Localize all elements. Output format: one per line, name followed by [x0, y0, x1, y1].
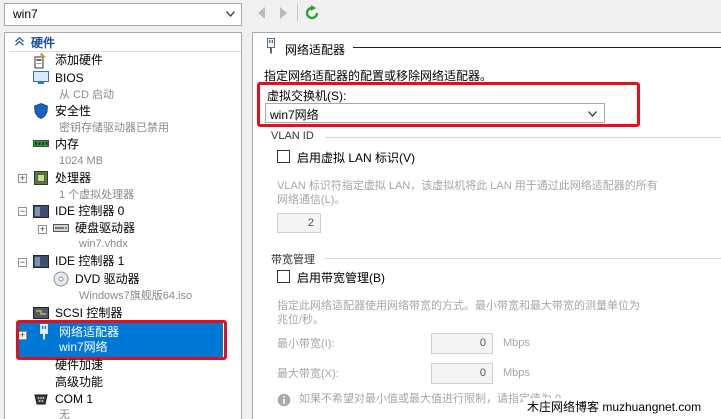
hardware-section-header[interactable]: 硬件: [5, 35, 241, 51]
add-hardware-icon: [34, 53, 46, 69]
panel-title: 网络适配器: [285, 43, 346, 57]
collapse-toggle[interactable]: −: [18, 258, 27, 267]
refresh-icon[interactable]: [304, 5, 320, 21]
tree-item-subtext: 无: [59, 409, 70, 419]
max-bandwidth-unit: Mbps: [503, 367, 530, 379]
vlan-help-text: VLAN 标识符指定虚拟 LAN，该虚拟机将此 LAN 用于通过此网络适配器的所…: [277, 180, 658, 192]
bandwidth-enable-label: 启用带宽管理(B): [297, 271, 385, 285]
expand-toggle[interactable]: +: [38, 225, 47, 234]
chevron-left-icon[interactable]: [255, 6, 269, 20]
scsi-controller-icon: [33, 307, 49, 319]
vm-selector-value: win7: [13, 7, 38, 21]
max-bandwidth-label: 最大带宽(X):: [277, 368, 339, 380]
tree-item-label: IDE 控制器 1: [55, 254, 125, 268]
vlan-group-label: VLAN ID: [271, 130, 314, 142]
tree-item-label: COM 1: [55, 392, 94, 406]
min-bandwidth-input[interactable]: 0: [431, 333, 493, 354]
tree-item-label: IDE 控制器 0: [55, 204, 125, 218]
tree-item-label: 内存: [55, 137, 80, 151]
max-bandwidth-input[interactable]: 0: [431, 363, 493, 384]
tree-item-label: 硬件加速: [55, 358, 104, 372]
vlan-help-text: 网络通信(L)。: [277, 194, 346, 206]
ide-controller-icon: [33, 205, 49, 218]
min-bandwidth-unit: Mbps: [503, 337, 530, 349]
tree-item-label: 安全性: [55, 104, 92, 118]
tree-item-subtext: 1024 MB: [59, 155, 104, 167]
watermark-text: 木庄网络博客 muzhuangnet.com: [523, 398, 721, 419]
title-rule: [353, 47, 721, 48]
bandwidth-enable-checkbox[interactable]: [277, 270, 290, 283]
highlight-annotation: [257, 82, 640, 127]
memory-chip-icon: [33, 140, 49, 147]
settings-panel: 网络适配器 指定网络适配器的配置或移除网络适配器。 虚拟交换机(S): win7…: [252, 32, 721, 419]
chevron-down-icon: [226, 11, 235, 17]
bandwidth-group-label: 带宽管理: [271, 254, 315, 266]
dvd-disc-icon: [53, 271, 69, 287]
info-icon: [277, 393, 291, 407]
hardware-tree[interactable]: 硬件 添加硬件 BIOS 从 CD 启动 安全性 密钥存储驱动器已禁用 内存 1…: [4, 32, 242, 419]
serial-port-icon: [34, 394, 48, 405]
bandwidth-info-text: 如果不希望对最小值或最大值进行限制，请指定值为 0: [299, 393, 562, 405]
toolbar-divider: [297, 4, 298, 21]
vm-selector[interactable]: win7: [4, 3, 242, 26]
tree-item-subtext: Windows7旗舰版64.iso: [79, 290, 193, 302]
vlan-id-input[interactable]: 2: [277, 213, 321, 233]
tree-item-hardware-acceleration[interactable]: 硬件加速: [55, 357, 103, 374]
tree-item-subtext: 1 个虚拟处理器: [59, 189, 135, 201]
tree-item-label: BIOS: [55, 71, 84, 85]
tree-item-label: 处理器: [55, 171, 92, 185]
collapse-toggle[interactable]: −: [18, 207, 27, 216]
tree-item-subtext: 密钥存储驱动器已禁用: [59, 122, 169, 134]
tree-item-label: 硬盘驱动器: [75, 221, 136, 235]
ide-controller-icon: [33, 255, 49, 268]
chevron-right-icon[interactable]: [276, 6, 290, 20]
vlan-enable-label: 启用虚拟 LAN 标识(V): [297, 151, 416, 165]
tree-item-subtext: win7.vhdx: [79, 238, 128, 250]
network-plug-icon: [267, 38, 275, 54]
bandwidth-help-text: 指定此网络适配器使用网络带宽的方式。最小带宽和最大带宽的测量单位为: [277, 300, 640, 312]
group-divider: [325, 137, 721, 138]
vlan-enable-checkbox[interactable]: [277, 150, 290, 163]
hard-drive-icon: [53, 224, 69, 232]
bandwidth-help-text: 兆位/秒。: [277, 314, 325, 326]
tree-item-label: 高级功能: [55, 375, 104, 389]
min-bandwidth-label: 最小带宽(I):: [277, 338, 335, 350]
tree-item-advanced-features[interactable]: 高级功能: [55, 374, 103, 391]
shield-icon: [34, 103, 48, 119]
section-divider: [9, 51, 241, 52]
processor-icon: [34, 171, 48, 185]
tree-item-label: 添加硬件: [55, 53, 104, 67]
group-divider: [325, 258, 721, 259]
highlight-annotation: [16, 320, 227, 360]
bios-monitor-icon: [33, 71, 49, 84]
tree-item-label: DVD 驱动器: [75, 272, 140, 286]
expand-toggle[interactable]: +: [18, 174, 27, 183]
tree-item-subtext: 从 CD 启动: [59, 89, 114, 101]
